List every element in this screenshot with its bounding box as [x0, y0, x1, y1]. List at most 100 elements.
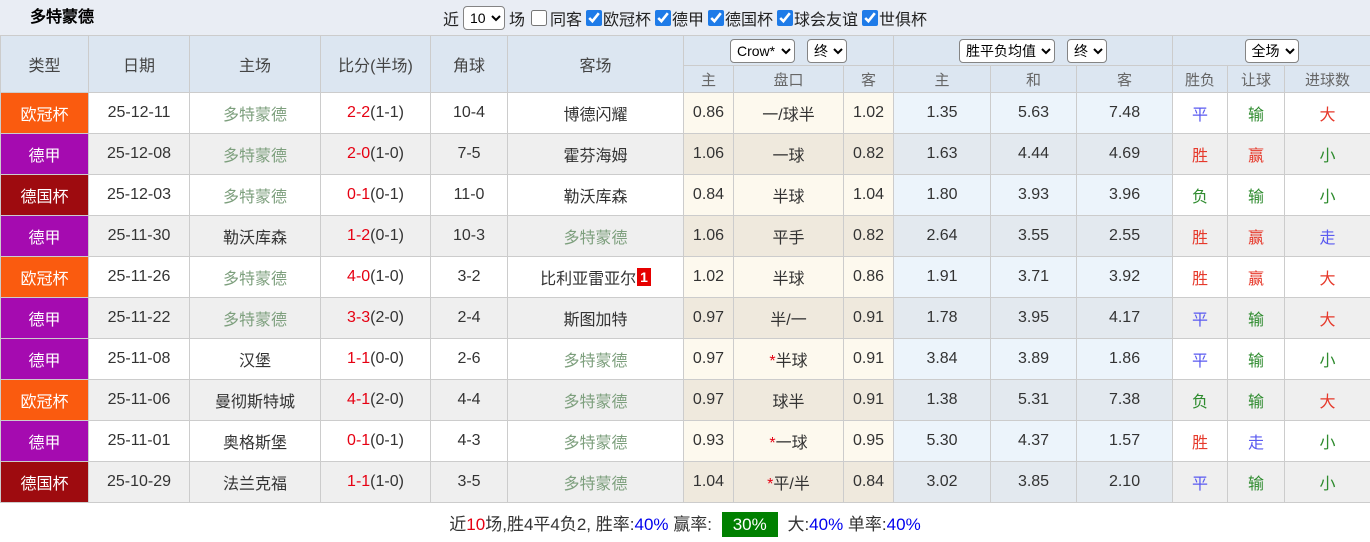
avg-type-select[interactable]: 胜平负均值 — [959, 38, 1056, 63]
full-score: 4-1 — [347, 391, 371, 408]
half-score: (1-0) — [370, 473, 404, 490]
competition-checkbox-0[interactable] — [585, 9, 602, 26]
subcol-goals: 进球数 — [1284, 65, 1370, 93]
col-header-away: 客场 — [507, 35, 684, 93]
handicap-cell: 半/一 — [733, 297, 844, 339]
subcol-avg-away: 客 — [1076, 65, 1174, 93]
corner-cell: 7-5 — [430, 133, 508, 175]
half-score: (2-0) — [370, 391, 404, 408]
competition-checkbox-2[interactable] — [708, 9, 725, 26]
avg-draw-cell: 3.85 — [990, 461, 1078, 503]
goals-cell: 大 — [1284, 297, 1370, 339]
competition-checkbox-3[interactable] — [777, 9, 794, 26]
odds-home-cell: 0.97 — [683, 379, 734, 421]
summary-part-4: 赢率: — [668, 515, 717, 534]
outcome-cell: 平 — [1172, 461, 1229, 503]
avg-away-cell: 4.17 — [1076, 297, 1174, 339]
competition-label-2: 德国杯 — [725, 11, 774, 29]
home-team-name: 勒沃库森 — [222, 230, 287, 247]
goals-cell: 走 — [1284, 215, 1370, 257]
odds-home-cell: 1.02 — [683, 256, 734, 298]
away-team-cell: 多特蒙德 — [507, 461, 684, 503]
corner-cell: 4-4 — [430, 379, 508, 421]
home-team-cell: 法兰克福 — [189, 461, 321, 503]
col-header-date: 日期 — [88, 35, 190, 93]
avg-away-cell: 3.92 — [1076, 256, 1174, 298]
handicap-result-cell: 输 — [1227, 297, 1286, 339]
summary-part-0: 近 — [449, 515, 467, 534]
avg-draw-cell: 3.71 — [990, 256, 1078, 298]
away-team-name: 多特蒙德 — [563, 394, 628, 411]
subcol-outcome: 胜负 — [1172, 65, 1229, 93]
avg-draw-cell: 3.95 — [990, 297, 1078, 339]
corner-cell: 4-3 — [430, 420, 508, 462]
summary-part-6: 大: — [782, 515, 810, 534]
odds-away-cell: 0.95 — [842, 420, 895, 462]
competition-badge: 德国杯 — [0, 461, 89, 503]
page-title: 多特蒙德 — [30, 9, 95, 26]
avg-group-header: 胜平负均值 终 — [893, 35, 1174, 66]
scope-select[interactable]: 全场 — [1244, 38, 1299, 63]
score-cell: 2-2(1-1) — [320, 92, 431, 134]
competition-checkbox-1[interactable] — [655, 9, 671, 26]
full-score: 0-1 — [347, 186, 371, 203]
half-score: (1-0) — [370, 268, 404, 285]
avg-away-cell: 7.38 — [1076, 379, 1174, 421]
full-score: 2-0 — [347, 145, 371, 162]
away-team-cell: 博德闪耀 — [507, 92, 684, 134]
half-score: (1-0) — [370, 145, 404, 162]
odds-away-cell: 0.91 — [842, 338, 895, 380]
competition-badge: 欧冠杯 — [0, 256, 89, 298]
home-team-name: 多特蒙德 — [222, 107, 287, 124]
score-cell: 3-3(2-0) — [320, 297, 431, 339]
avg-away-cell: 7.48 — [1076, 92, 1174, 134]
col-header-score: 比分(半场) — [320, 35, 431, 93]
competition-filter-3: 球会友谊 — [773, 6, 858, 30]
avg-draw-cell: 3.89 — [990, 338, 1078, 380]
competition-badge: 德甲 — [0, 420, 89, 462]
avg-home-cell: 1.35 — [893, 92, 992, 134]
outcome-cell: 负 — [1172, 379, 1229, 421]
handicap-result-cell: 输 — [1227, 461, 1286, 503]
away-team-name: 博德闪耀 — [563, 107, 628, 124]
same-away-checkbox[interactable] — [530, 9, 547, 26]
home-team-cell: 多特蒙德 — [189, 174, 321, 216]
odds-company-select[interactable]: Crow* — [730, 38, 795, 63]
avg-home-cell: 1.78 — [893, 297, 992, 339]
date-cell: 25-11-06 — [88, 379, 190, 421]
competition-filter-4: 世俱杯 — [858, 6, 927, 30]
handicap-cell: 半球 — [733, 174, 844, 216]
half-score: (0-1) — [370, 432, 404, 449]
away-team-name: 勒沃库森 — [563, 189, 628, 206]
summary-part-2: 场,胜4平4负2, 胜率: — [485, 515, 635, 534]
avg-draw-cell: 3.93 — [990, 174, 1078, 216]
handicap-result-cell: 赢 — [1227, 133, 1286, 175]
recent-count-select[interactable]: 10 — [462, 5, 505, 30]
match-row: 欧冠杯 25-11-26 多特蒙德 4-0(1-0) 3-2 比利亚雷亚尔 1 1.02 半球 0… — [0, 256, 1370, 298]
competition-badge: 德甲 — [0, 297, 89, 339]
away-team-cell: 多特蒙德 — [507, 379, 684, 421]
corner-cell: 3-2 — [430, 256, 508, 298]
avg-home-cell: 1.80 — [893, 174, 992, 216]
avg-time-select[interactable]: 终 — [1067, 38, 1108, 63]
score-cell: 4-0(1-0) — [320, 256, 431, 298]
avg-away-cell: 2.10 — [1076, 461, 1174, 503]
handicap-result-cell: 走 — [1227, 420, 1286, 462]
full-score: 3-3 — [347, 309, 371, 326]
odds-time-select[interactable]: 终 — [807, 38, 847, 63]
odds-away-cell: 1.02 — [842, 92, 895, 134]
away-team-name: 多特蒙德 — [563, 476, 628, 493]
half-score: (0-0) — [370, 350, 404, 367]
date-cell: 25-11-22 — [88, 297, 190, 339]
score-cell: 0-1(0-1) — [320, 174, 431, 216]
competition-badge: 德甲 — [0, 338, 89, 380]
away-team-cell: 多特蒙德 — [507, 338, 684, 380]
home-team-name: 法兰克福 — [222, 476, 287, 493]
summary-part-7: 40% — [809, 515, 844, 534]
avg-home-cell: 1.38 — [893, 379, 992, 421]
avg-draw-cell: 4.44 — [990, 133, 1078, 175]
competition-checkbox-4[interactable] — [862, 9, 879, 26]
avg-home-cell: 5.30 — [893, 420, 992, 462]
odds-away-cell: 0.84 — [842, 461, 895, 503]
competition-badge: 德国杯 — [0, 174, 89, 216]
